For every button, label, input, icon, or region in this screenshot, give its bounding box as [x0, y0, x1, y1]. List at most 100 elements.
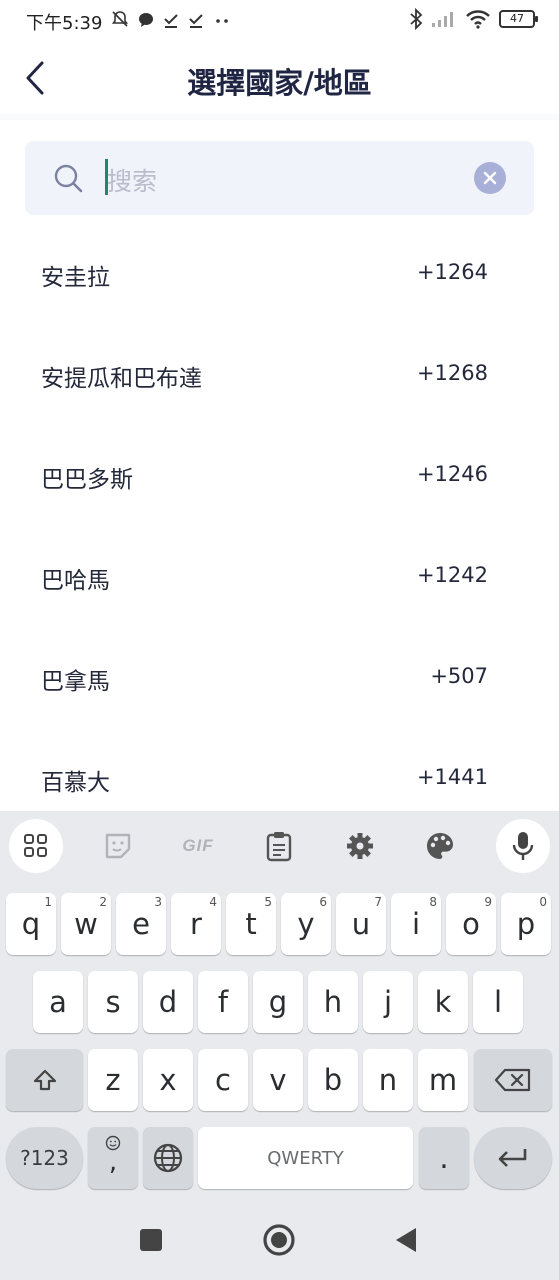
- search-input[interactable]: [25, 141, 534, 215]
- key-a[interactable]: a: [33, 971, 83, 1033]
- key-hint: 6: [319, 895, 327, 909]
- key-q[interactable]: q1: [6, 893, 56, 955]
- gear-icon: [347, 833, 373, 859]
- search-placeholder: 搜索: [107, 167, 158, 196]
- key-c[interactable]: c: [198, 1049, 248, 1111]
- battery-indicator: 47: [499, 10, 538, 28]
- search-icon: [54, 164, 83, 193]
- clipboard-button[interactable]: [252, 819, 306, 873]
- enter-arrow-icon: [498, 1149, 527, 1167]
- country-name: 巴拿馬: [41, 669, 110, 695]
- key-y[interactable]: y6: [281, 893, 331, 955]
- back-nav-button[interactable]: [388, 1222, 424, 1258]
- key-l[interactable]: l: [473, 971, 523, 1033]
- key-label: q: [21, 907, 41, 941]
- bell-off-icon: [111, 11, 129, 27]
- key-label: t: [245, 907, 257, 941]
- key-f[interactable]: f: [198, 971, 248, 1033]
- key-d[interactable]: d: [143, 971, 193, 1033]
- check-icon: [164, 14, 178, 28]
- sticker-button[interactable]: [91, 819, 145, 873]
- country-row[interactable]: 巴哈馬 +1242: [0, 525, 559, 626]
- country-code: +1268: [416, 361, 488, 385]
- key-r[interactable]: r4: [171, 893, 221, 955]
- square-icon: [140, 1229, 162, 1251]
- shift-key[interactable]: [6, 1049, 83, 1111]
- theme-button[interactable]: [413, 819, 467, 873]
- key-b[interactable]: b: [308, 1049, 358, 1111]
- key-v[interactable]: v: [253, 1049, 303, 1111]
- home-circle-icon: [263, 1224, 295, 1256]
- key-z[interactable]: z: [88, 1049, 138, 1111]
- gif-label: GIF: [182, 836, 214, 855]
- key-i[interactable]: i8: [391, 893, 441, 955]
- settings-button[interactable]: [333, 819, 387, 873]
- key-j[interactable]: j: [363, 971, 413, 1033]
- recents-button[interactable]: [133, 1222, 169, 1258]
- key-hint: 7: [374, 895, 382, 909]
- globe-icon: [153, 1143, 183, 1173]
- gif-button[interactable]: GIF: [171, 819, 225, 873]
- key-g[interactable]: g: [253, 971, 303, 1033]
- system-nav-bar: [0, 1200, 559, 1280]
- key-hint: 3: [154, 895, 162, 909]
- country-name: 安圭拉: [41, 265, 110, 291]
- header-divider: [0, 114, 559, 120]
- country-name: 巴巴多斯: [41, 467, 133, 493]
- key-hint: 1: [44, 895, 52, 909]
- apps-grid-button[interactable]: [9, 819, 63, 873]
- enter-key[interactable]: [474, 1127, 552, 1189]
- key-o[interactable]: o9: [446, 893, 496, 955]
- chat-icon: [139, 13, 154, 27]
- period-key[interactable]: .: [419, 1127, 469, 1189]
- country-row[interactable]: 巴巴多斯 +1246: [0, 424, 559, 525]
- key-label: e: [132, 907, 150, 941]
- key-hint: 9: [484, 895, 492, 909]
- country-row[interactable]: 安提瓜和巴布達 +1268: [0, 323, 559, 424]
- key-x[interactable]: x: [143, 1049, 193, 1111]
- country-row[interactable]: 安圭拉 +1264: [0, 222, 559, 323]
- key-hint: 4: [209, 895, 217, 909]
- language-key[interactable]: [143, 1127, 193, 1189]
- key-u[interactable]: u7: [336, 893, 386, 955]
- symbols-key[interactable]: ?123: [6, 1127, 83, 1189]
- key-label: i: [411, 907, 421, 941]
- shift-arrow-icon: [33, 1069, 56, 1091]
- key-label: p: [516, 907, 536, 941]
- key-hint: 5: [264, 895, 272, 909]
- close-icon: [483, 171, 497, 185]
- clear-search-button[interactable]: [474, 162, 506, 194]
- signal-icon: [432, 12, 453, 27]
- backspace-key[interactable]: [474, 1049, 552, 1111]
- key-label: o: [462, 907, 480, 941]
- key-e[interactable]: e3: [116, 893, 166, 955]
- keyboard-toolbar: GIF: [0, 811, 559, 881]
- key-m[interactable]: m: [418, 1049, 468, 1111]
- home-button[interactable]: [261, 1222, 297, 1258]
- key-k[interactable]: k: [418, 971, 468, 1033]
- country-code: +1264: [416, 260, 488, 284]
- system-icons: 47: [409, 8, 538, 30]
- country-row[interactable]: 巴拿馬 +507: [0, 626, 559, 727]
- country-name: 安提瓜和巴布達: [41, 366, 202, 392]
- voice-input-button[interactable]: [496, 819, 550, 873]
- key-hint: 8: [429, 895, 437, 909]
- wifi-icon: [466, 10, 490, 29]
- key-t[interactable]: t5: [226, 893, 276, 955]
- country-list: 安圭拉 +1264 安提瓜和巴布達 +1268 巴巴多斯 +1246 巴哈馬 +…: [0, 222, 559, 828]
- grid-icon: [24, 834, 47, 857]
- notification-icons: [110, 9, 232, 30]
- country-code: +507: [430, 664, 488, 688]
- key-h[interactable]: h: [308, 971, 358, 1033]
- status-time: 下午5:39: [26, 13, 103, 34]
- key-label: y: [297, 907, 315, 941]
- key-s[interactable]: s: [88, 971, 138, 1033]
- key-w[interactable]: w2: [61, 893, 111, 955]
- country-name: 百慕大: [41, 770, 110, 796]
- key-p[interactable]: p0: [501, 893, 551, 955]
- country-code: +1246: [416, 462, 488, 486]
- page-title: 選擇國家/地區: [187, 66, 372, 100]
- emoji-comma-key[interactable]: ,: [88, 1127, 138, 1189]
- key-n[interactable]: n: [363, 1049, 413, 1111]
- space-key[interactable]: QWERTY: [198, 1127, 413, 1189]
